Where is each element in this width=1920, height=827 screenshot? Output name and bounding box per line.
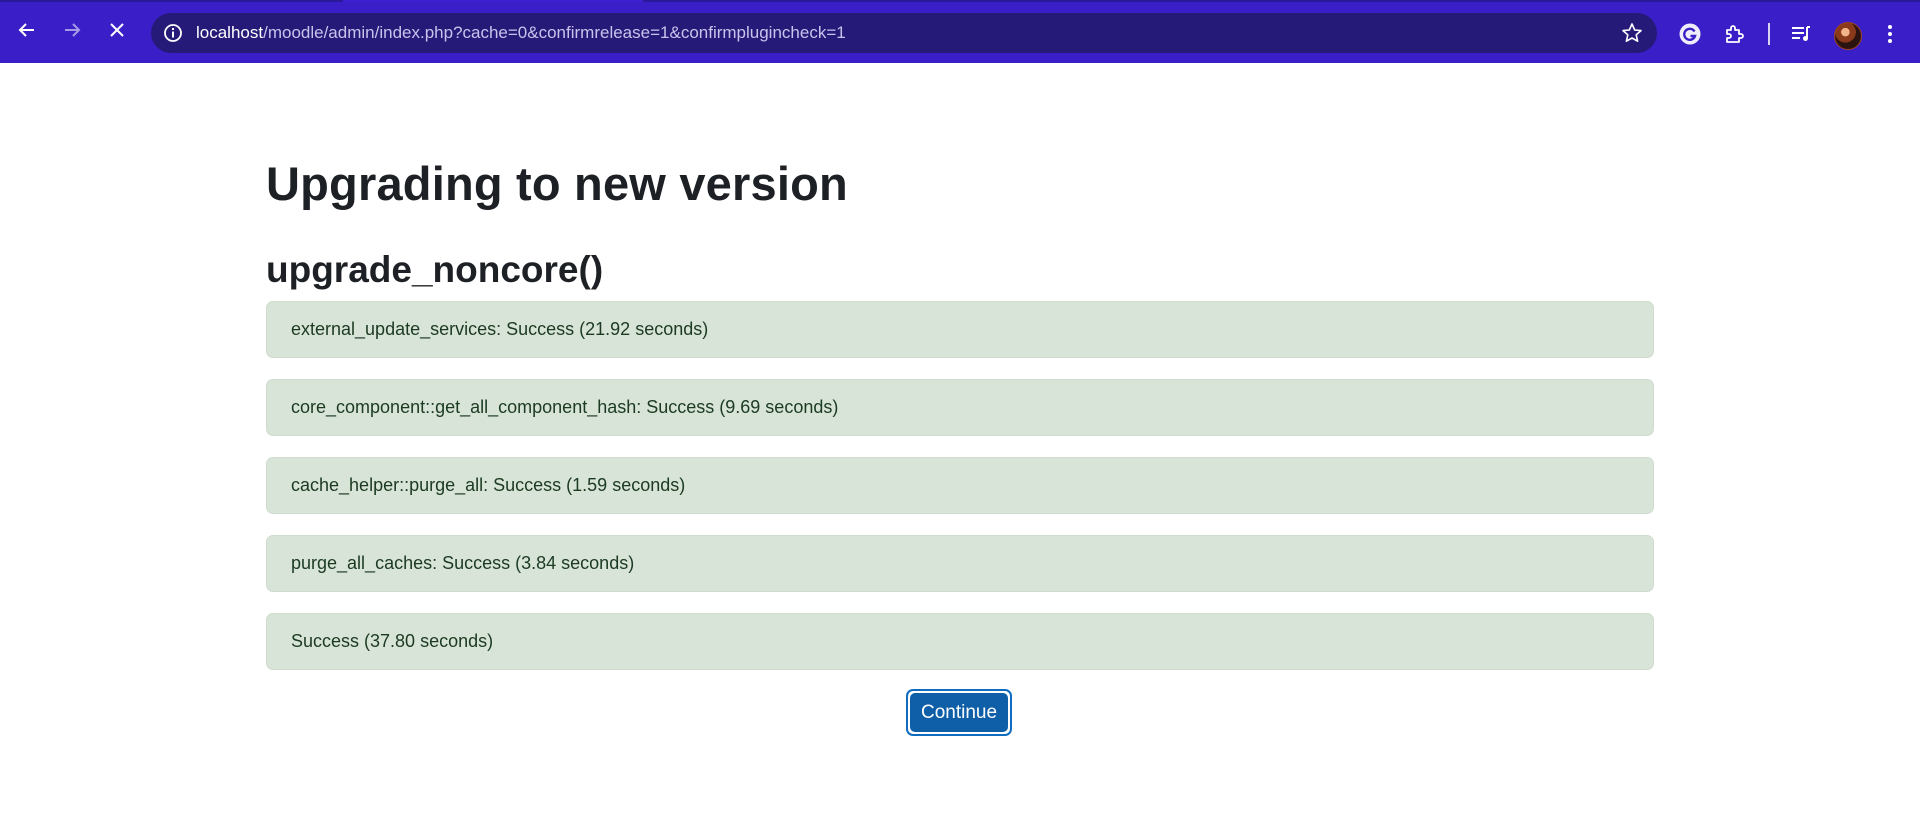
url-host: localhost [196,23,264,42]
address-bar[interactable]: localhost/moodle/admin/index.php?cache=0… [151,13,1657,53]
back-arrow-icon[interactable] [13,16,41,44]
forward-arrow-icon[interactable] [58,16,86,44]
toolbar-divider [1768,23,1770,45]
star-icon[interactable] [1621,22,1643,44]
continue-button[interactable]: Continue [910,693,1008,732]
close-icon[interactable] [103,16,131,44]
continue-focus-ring: Continue [906,689,1012,736]
info-icon[interactable] [163,23,183,43]
success-notification: purge_all_caches: Success (3.84 seconds) [266,535,1654,592]
url-text[interactable]: localhost/moodle/admin/index.php?cache=0… [196,13,846,53]
section-title: upgrade_noncore() [266,249,604,290]
grammarly-icon[interactable] [1676,20,1704,48]
url-path: /moodle/admin/index.php?cache=0&confirmr… [263,23,846,42]
avatar[interactable] [1834,22,1862,50]
success-notification: Success (37.80 seconds) [266,613,1654,670]
upgrade-results: external_update_services: Success (21.92… [266,301,1654,691]
page-title: Upgrading to new version [266,157,848,210]
success-notification: external_update_services: Success (21.92… [266,301,1654,358]
success-notification: core_component::get_all_component_hash: … [266,379,1654,436]
queue-music-icon[interactable] [1787,20,1815,48]
more-vert-icon[interactable] [1886,22,1894,48]
browser-toolbar: localhost/moodle/admin/index.php?cache=0… [0,2,1920,63]
success-notification: cache_helper::purge_all: Success (1.59 s… [266,457,1654,514]
puzzle-icon[interactable] [1721,20,1749,48]
